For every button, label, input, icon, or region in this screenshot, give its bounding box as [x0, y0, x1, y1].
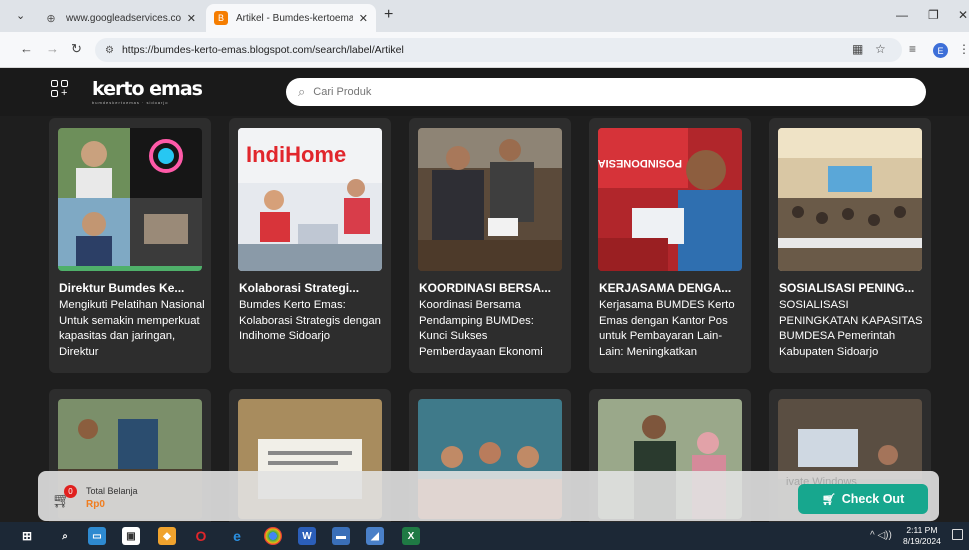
search-icon[interactable]: ⌕: [56, 527, 74, 545]
article-title[interactable]: SOSIALISASI PENING...: [779, 281, 923, 295]
translate-icon[interactable]: ▦: [852, 42, 863, 56]
logo-subtitle: bumdeskertoemas · sidoarjo: [92, 100, 169, 105]
article-title[interactable]: KERJASAMA DENGA...: [599, 281, 743, 295]
blogger-icon: B: [214, 11, 228, 25]
tab-close-icon[interactable]: ✕: [359, 12, 368, 25]
new-tab-button[interactable]: +: [384, 6, 393, 24]
windows-taskbar: ⊞ ⌕ ▭ ▣ ◆ O e W ▬ ◢ X ^ ◁)) 2:11 PM 8/19…: [0, 522, 969, 550]
article-title[interactable]: Direktur Bumdes Ke...: [59, 281, 203, 295]
word-icon[interactable]: W: [298, 527, 316, 545]
cart-total-value: Rp0: [86, 499, 105, 510]
chrome-icon[interactable]: [264, 527, 282, 545]
checkout-label: Check Out: [841, 492, 905, 506]
tab-title: Artikel - Bumdes-kertoemas: [236, 12, 353, 24]
cart-total-label: Total Belanja: [86, 486, 138, 496]
tab-search-icon[interactable]: ⌄: [16, 9, 25, 22]
site-info-icon[interactable]: ⚙: [105, 45, 114, 56]
edge-icon[interactable]: e: [228, 527, 246, 545]
article-card[interactable]: SOSIALISASI PENING... SOSIALISASI PENING…: [769, 118, 931, 373]
close-window-button[interactable]: ✕: [958, 8, 968, 22]
checkout-button[interactable]: 🛒︎ Check Out: [798, 484, 928, 514]
reload-icon[interactable]: ↻: [71, 41, 82, 57]
clock-time: 2:11 PM: [906, 525, 938, 535]
cart-count-badge: 0: [64, 485, 77, 498]
article-excerpt: SOSIALISASI PENINGKATAN KAPASITAS BUMDES…: [779, 299, 923, 358]
search-input[interactable]: [313, 86, 874, 98]
search-icon: ⌕: [298, 84, 306, 99]
minimize-button[interactable]: —: [896, 8, 908, 22]
site-header: + kerto emas bumdeskertoemas · sidoarjo …: [0, 68, 969, 116]
task-view-icon[interactable]: ▭: [88, 527, 106, 545]
back-arrow-icon[interactable]: ←: [20, 41, 33, 56]
article-excerpt: Kerjasama BUMDES Kerto Emas dengan Kanto…: [599, 299, 735, 358]
bookmark-star-icon[interactable]: ☆: [875, 42, 886, 56]
site-logo[interactable]: kerto emas bumdeskertoemas · sidoarjo: [92, 78, 203, 106]
store-icon[interactable]: ▣: [122, 527, 140, 545]
tab-artikel[interactable]: B Artikel - Bumdes-kertoemas ✕: [206, 4, 376, 32]
svg-text:IndiHome: IndiHome: [246, 142, 346, 167]
reading-list-icon[interactable]: ≡: [909, 42, 916, 56]
clock-date: 8/19/2024: [903, 536, 941, 546]
article-card[interactable]: KOORDINASI BERSA... Koordinasi Bersama P…: [409, 118, 571, 373]
file-icon[interactable]: ◢: [366, 527, 384, 545]
article-thumbnail[interactable]: [58, 128, 202, 271]
globe-icon: ⊕: [46, 12, 56, 25]
browser-tab-strip: ⌄ ⊕ www.googleadservices.com ✕ B Artikel…: [0, 0, 969, 32]
article-title[interactable]: KOORDINASI BERSA...: [419, 281, 563, 295]
clock[interactable]: 2:11 PM 8/19/2024: [903, 525, 941, 547]
cart-icon: 🛒︎: [821, 493, 836, 506]
notification-icon[interactable]: [952, 529, 963, 540]
article-thumbnail[interactable]: POSINDONESIA: [598, 128, 742, 271]
browser-toolbar: ← → ↻ ⚙ https://bumdes-kerto-emas.blogsp…: [0, 32, 969, 68]
article-card[interactable]: Direktur Bumdes Ke... Mengikuti Pelatiha…: [49, 118, 211, 373]
url-text: https://bumdes-kerto-emas.blogspot.com/s…: [121, 44, 404, 56]
article-excerpt: Koordinasi Bersama Pendamping BUMDes: Ku…: [419, 299, 543, 358]
excel-icon[interactable]: X: [402, 527, 420, 545]
opera-icon[interactable]: O: [192, 527, 210, 545]
restore-button[interactable]: ❐: [928, 8, 939, 22]
app-icon[interactable]: ◆: [158, 527, 176, 545]
tab-googleadservices[interactable]: ⊕ www.googleadservices.com ✕: [36, 4, 204, 32]
article-thumbnail[interactable]: IndiHome: [238, 128, 382, 271]
system-tray-icons[interactable]: ^ ◁)): [870, 530, 892, 541]
cart-bar: 🛒︎ 0 Total Belanja Rp0 ivate Windows 🛒︎ …: [38, 471, 939, 521]
logo-text: kerto emas: [92, 78, 203, 100]
windows-start-icon[interactable]: ⊞: [18, 527, 36, 545]
article-title[interactable]: Kolaborasi Strategi...: [239, 281, 383, 295]
network-app-icon[interactable]: ▬: [332, 527, 350, 545]
menu-dots-icon[interactable]: ⋮: [958, 42, 969, 56]
article-thumbnail[interactable]: [778, 128, 922, 271]
forward-arrow-icon[interactable]: →: [46, 41, 59, 56]
article-card[interactable]: IndiHome Kolaborasi Strategi... Bumdes K…: [229, 118, 391, 373]
tab-close-icon[interactable]: ✕: [187, 12, 196, 25]
article-excerpt: Mengikuti Pelatihan Nasional Untuk semak…: [59, 299, 205, 358]
product-search[interactable]: ⌕: [286, 78, 926, 106]
apps-grid-icon[interactable]: +: [51, 80, 69, 99]
tab-title: www.googleadservices.com: [66, 12, 181, 24]
article-excerpt: Bumdes Kerto Emas: Kolaborasi Strategis …: [239, 299, 381, 342]
article-grid: Direktur Bumdes Ke... Mengikuti Pelatiha…: [0, 116, 969, 522]
article-card[interactable]: POSINDONESIA KERJASAMA DENGA... Kerjasam…: [589, 118, 751, 373]
profile-avatar[interactable]: E: [933, 43, 948, 58]
address-bar[interactable]: ⚙ https://bumdes-kerto-emas.blogspot.com…: [95, 38, 902, 62]
svg-text:POSINDONESIA: POSINDONESIA: [598, 157, 682, 169]
article-thumbnail[interactable]: [418, 128, 562, 271]
